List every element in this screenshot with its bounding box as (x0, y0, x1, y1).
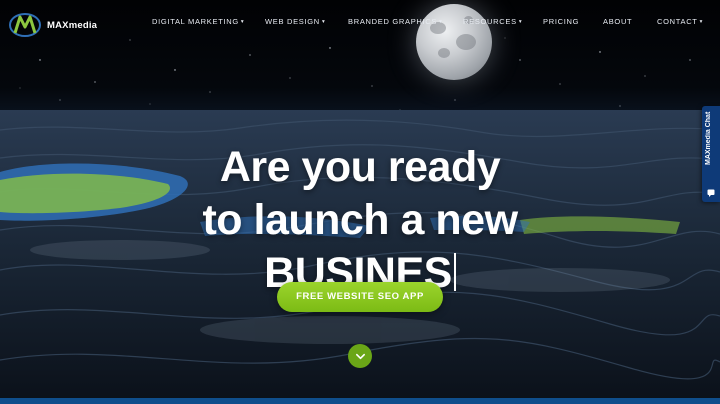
nav-branded-graphics[interactable]: BRANDED GRAPHICS ▾ (348, 17, 443, 26)
chevron-down-icon: ▾ (518, 19, 523, 25)
chevron-down-icon (355, 353, 365, 359)
scroll-down-button[interactable] (348, 344, 372, 368)
typing-cursor (453, 252, 456, 291)
hero-line-2: to launch a new (202, 195, 518, 244)
maxmedia-logo-icon (9, 13, 41, 37)
chat-bubble-icon (707, 189, 715, 197)
nav-resources[interactable]: RESOURCES ▾ (463, 17, 522, 26)
nav-contact[interactable]: CONTACT ▾ (657, 17, 703, 26)
chevron-down-icon: ▾ (439, 19, 443, 25)
hero-line-1: Are you ready (219, 142, 501, 191)
hero-headline: Are you ready to launch a new BUSINES (0, 141, 720, 300)
nav-about[interactable]: ABOUT (603, 17, 632, 26)
nav-pricing[interactable]: PRICING (543, 17, 579, 26)
nav-web-design[interactable]: WEB DESIGN ▾ (265, 17, 325, 26)
chevron-down-icon: ▾ (699, 19, 704, 25)
brand-logo[interactable]: MAXmedia (9, 11, 97, 39)
free-seo-app-button[interactable]: FREE WEBSITE SEO APP (277, 282, 443, 312)
nav-digital-marketing[interactable]: DIGITAL MARKETING ▾ (152, 17, 244, 26)
top-navigation: MAXmedia DIGITAL MARKETING ▾ WEB DESIGN ▾ … (0, 0, 720, 46)
chat-widget-label: MAXmedia Chat (705, 112, 712, 166)
chevron-down-icon: ▾ (321, 19, 326, 25)
chevron-down-icon: ▾ (240, 19, 245, 25)
chat-widget-tab[interactable]: MAXmedia Chat (702, 106, 720, 202)
brand-name: MAXmedia (47, 19, 98, 31)
bottom-accent-bar (0, 398, 720, 404)
